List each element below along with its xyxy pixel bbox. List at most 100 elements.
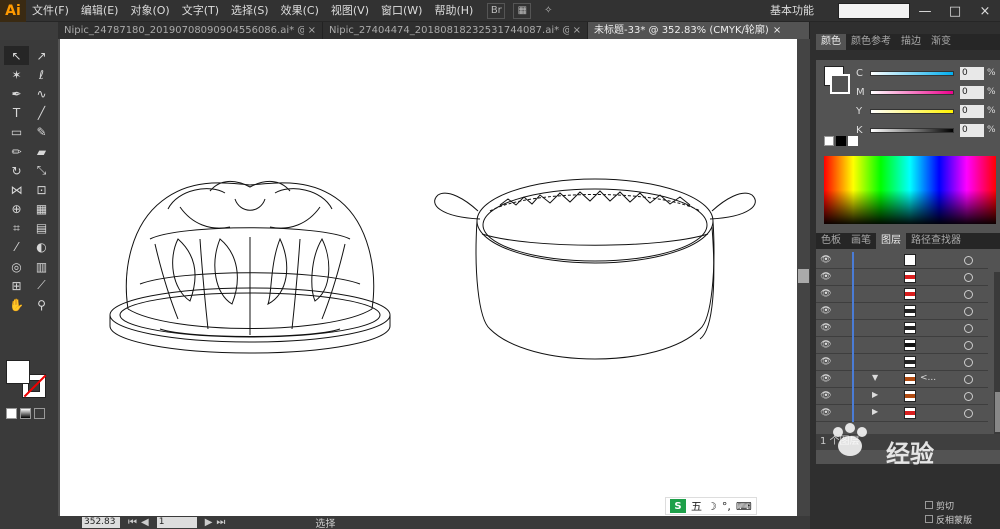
layer-row[interactable]: 👁: [816, 303, 988, 320]
visibility-eye-icon[interactable]: 👁: [820, 356, 832, 368]
menu-item[interactable]: 对象(O): [124, 0, 175, 22]
visibility-eye-icon[interactable]: 👁: [820, 390, 832, 402]
punctuation-icon[interactable]: °,: [722, 500, 731, 513]
layers-scrollbar[interactable]: [994, 272, 1000, 442]
zoom-icon[interactable]: ⚲: [29, 295, 54, 314]
gradient-mode-button[interactable]: [20, 408, 31, 419]
color-spectrum[interactable]: [824, 156, 996, 224]
vertical-scrollbar[interactable]: [797, 39, 810, 516]
paintbrush-icon[interactable]: ✎: [29, 123, 54, 142]
workspace-switcher[interactable]: 基本功能: [770, 0, 814, 22]
channel-value[interactable]: 0: [960, 123, 984, 137]
perspective-grid-icon[interactable]: ▦: [29, 200, 54, 219]
visibility-eye-icon[interactable]: 👁: [820, 373, 832, 385]
visibility-eye-icon[interactable]: 👁: [820, 271, 832, 283]
status-text[interactable]: 选择: [315, 515, 335, 529]
close-tab-icon[interactable]: ×: [573, 22, 581, 39]
none-swatch[interactable]: [824, 136, 834, 146]
target-circle-icon[interactable]: [964, 273, 973, 282]
artboard[interactable]: [60, 39, 797, 516]
column-graph-icon[interactable]: ▥: [29, 257, 54, 276]
maximize-button[interactable]: □: [940, 0, 970, 22]
invert-mask-checkbox[interactable]: [925, 515, 933, 523]
next-page-button[interactable]: ▶: [205, 517, 213, 528]
prev-page-button[interactable]: ◀: [141, 517, 149, 528]
eyedropper-icon[interactable]: ⁄: [4, 238, 29, 257]
close-button[interactable]: ×: [970, 0, 1000, 22]
visibility-eye-icon[interactable]: 👁: [820, 288, 832, 300]
first-page-button[interactable]: ⏮: [128, 517, 137, 528]
pencil-icon[interactable]: ✏: [4, 142, 29, 161]
visibility-eye-icon[interactable]: 👁: [820, 407, 832, 419]
panel-tab[interactable]: 色板: [816, 233, 846, 249]
scale-icon[interactable]: ⤡: [29, 161, 54, 180]
layer-row[interactable]: 👁: [816, 269, 988, 286]
layer-row[interactable]: 👁 ▶: [816, 388, 988, 405]
shape-builder-icon[interactable]: ⊕: [4, 200, 29, 219]
artboard-icon[interactable]: ⊞: [4, 276, 29, 295]
expand-toggle-icon[interactable]: ▼: [872, 373, 878, 382]
target-circle-icon[interactable]: [964, 256, 973, 265]
color-mode-button[interactable]: [6, 408, 17, 419]
channel-track[interactable]: [870, 70, 954, 76]
target-circle-icon[interactable]: [964, 392, 973, 401]
document-tab[interactable]: 未标题-33* @ 352.83% (CMYK/轮廓) ×: [588, 22, 810, 39]
rotate-icon[interactable]: ↻: [4, 161, 29, 180]
fill-stroke-swatch[interactable]: [6, 360, 50, 402]
canvas-area[interactable]: [58, 39, 810, 516]
arrange-documents-icon[interactable]: ▦: [513, 2, 532, 19]
type-icon[interactable]: T: [4, 104, 29, 123]
menu-item[interactable]: 选择(S): [225, 0, 275, 22]
layer-row[interactable]: 👁: [816, 337, 988, 354]
curvature-icon[interactable]: ∿: [29, 84, 54, 103]
panel-tab[interactable]: 路径查找器: [906, 233, 966, 249]
visibility-eye-icon[interactable]: 👁: [820, 322, 832, 334]
free-transform-icon[interactable]: ⊡: [29, 180, 54, 199]
gpu-performance-icon[interactable]: ✧: [539, 3, 557, 19]
channel-value[interactable]: 0: [960, 104, 984, 118]
panel-tab[interactable]: 颜色: [816, 34, 846, 50]
mesh-icon[interactable]: ⌗: [4, 219, 29, 238]
close-tab-icon[interactable]: ×: [773, 22, 781, 39]
slice-icon[interactable]: ⟋: [29, 276, 54, 295]
target-circle-icon[interactable]: [964, 358, 973, 367]
expand-toggle-icon[interactable]: ▶: [872, 407, 878, 416]
line-icon[interactable]: ╱: [29, 104, 54, 123]
selection-icon[interactable]: ↖: [4, 46, 29, 66]
channel-value[interactable]: 0: [960, 85, 984, 99]
menu-item[interactable]: 文件(F): [26, 0, 75, 22]
visibility-eye-icon[interactable]: 👁: [820, 254, 832, 266]
target-circle-icon[interactable]: [964, 324, 973, 333]
white-swatch[interactable]: [848, 136, 858, 146]
moon-icon[interactable]: ☽: [707, 500, 717, 513]
layer-row[interactable]: 👁: [816, 286, 988, 303]
target-circle-icon[interactable]: [964, 409, 973, 418]
keyboard-icon[interactable]: ⌨: [736, 500, 752, 513]
page-input[interactable]: 1: [156, 517, 197, 528]
menu-item[interactable]: 编辑(E): [75, 0, 125, 22]
panel-tab[interactable]: 描边: [896, 34, 926, 50]
layer-row[interactable]: 👁: [816, 320, 988, 337]
target-circle-icon[interactable]: [964, 307, 973, 316]
zoom-input[interactable]: 352.83: [82, 517, 120, 528]
ime-logo-icon[interactable]: S: [670, 499, 686, 513]
pen-icon[interactable]: ✒: [4, 84, 29, 103]
hand-icon[interactable]: ✋: [4, 295, 29, 314]
menu-item[interactable]: 视图(V): [325, 0, 375, 22]
bridge-icon[interactable]: Br: [487, 2, 506, 19]
minimize-button[interactable]: —: [910, 0, 940, 22]
close-tab-icon[interactable]: ×: [308, 22, 316, 39]
visibility-eye-icon[interactable]: 👁: [820, 305, 832, 317]
menu-item[interactable]: 窗口(W): [375, 0, 428, 22]
layer-row[interactable]: 👁: [816, 252, 988, 269]
panel-tab[interactable]: 图层: [876, 233, 906, 249]
last-page-button[interactable]: ⏭: [216, 517, 225, 528]
visibility-eye-icon[interactable]: 👁: [820, 339, 832, 351]
target-circle-icon[interactable]: [964, 375, 973, 384]
rectangle-icon[interactable]: ▭: [4, 123, 29, 142]
width-icon[interactable]: ⋈: [4, 180, 29, 199]
document-tab[interactable]: Nipic_24787180_20190708090904556086.ai* …: [58, 22, 323, 39]
layer-row[interactable]: 👁: [816, 354, 988, 371]
channel-value[interactable]: 0: [960, 66, 984, 80]
magic-wand-icon[interactable]: ✶: [4, 65, 29, 84]
